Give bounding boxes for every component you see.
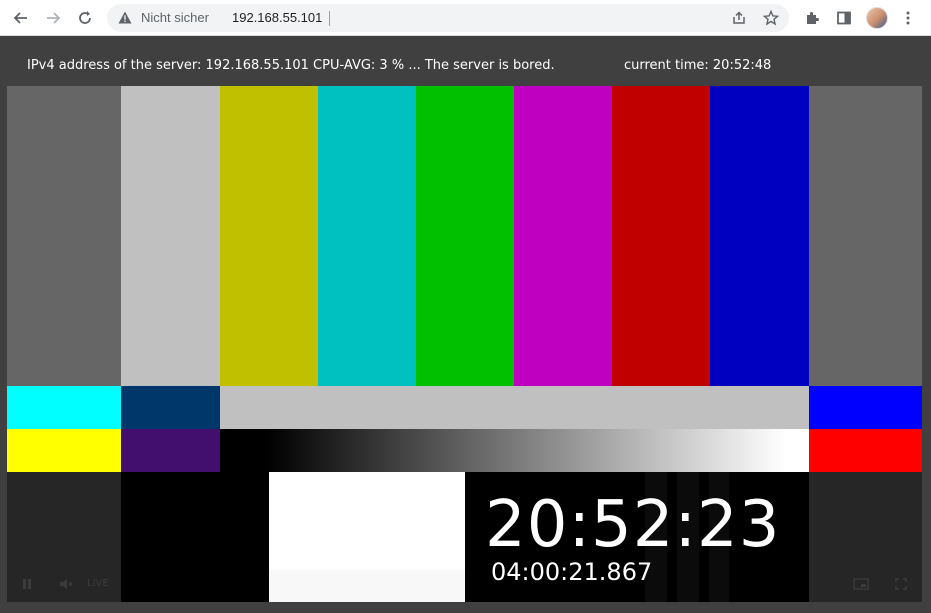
url-text[interactable]: 192.168.55.101 xyxy=(232,10,322,25)
color-bar-cyan xyxy=(318,86,416,386)
mute-button[interactable] xyxy=(59,578,73,593)
color-bar-red xyxy=(612,86,710,386)
pause-icon xyxy=(23,579,31,589)
color-bar-gray-left xyxy=(7,86,121,386)
star-icon xyxy=(763,10,779,26)
mid-cyan xyxy=(7,386,121,429)
arrow-left-icon xyxy=(13,12,27,24)
bookmark-button[interactable] xyxy=(759,6,783,30)
share-button[interactable] xyxy=(727,6,751,30)
side-panel-button[interactable] xyxy=(832,6,856,30)
volume-muted-icon xyxy=(60,579,73,589)
pause-button[interactable] xyxy=(21,578,33,593)
clock-time: 20:52:23 xyxy=(485,488,781,562)
row-red xyxy=(809,429,922,472)
menu-button[interactable] xyxy=(896,6,920,30)
puzzle-icon xyxy=(807,12,819,24)
back-button[interactable] xyxy=(9,6,33,30)
white-patch-base xyxy=(269,570,465,602)
browser-toolbar: Nicht sicher 192.168.55.101 xyxy=(0,0,931,36)
omnibox-divider xyxy=(329,11,330,26)
picture-in-picture-icon xyxy=(853,578,869,590)
warning-icon xyxy=(118,11,132,24)
color-bar-magenta xyxy=(514,86,612,386)
mid-gray xyxy=(220,386,809,429)
bottom-black xyxy=(121,472,269,602)
fullscreen-button[interactable] xyxy=(895,578,907,593)
video-player[interactable]: 20:52:23 04:00:21.867 LIVE xyxy=(7,86,922,602)
color-bar-white xyxy=(121,86,220,386)
color-bar-yellow xyxy=(220,86,318,386)
row-purple xyxy=(121,429,220,472)
security-label[interactable]: Nicht sicher xyxy=(141,10,209,25)
reload-button[interactable] xyxy=(73,6,97,30)
mid-blue xyxy=(809,386,922,429)
mid-navy xyxy=(121,386,220,429)
live-label: LIVE xyxy=(87,578,109,589)
row-yellow xyxy=(7,429,121,472)
reload-icon xyxy=(79,11,91,24)
address-bar[interactable]: Nicht sicher 192.168.55.101 xyxy=(107,4,789,32)
color-bar-green xyxy=(416,86,514,386)
profile-avatar[interactable] xyxy=(866,7,888,29)
clock-panel: 20:52:23 04:00:21.867 xyxy=(465,472,809,602)
arrow-right-icon xyxy=(47,12,61,24)
share-icon xyxy=(733,11,745,24)
side-panel-icon xyxy=(837,11,851,25)
fullscreen-icon xyxy=(895,578,907,590)
color-bar-gray-right xyxy=(809,86,922,386)
more-vertical-icon xyxy=(906,11,910,25)
server-info: IPv4 address of the server: 192.168.55.1… xyxy=(27,58,555,73)
current-time: current time: 20:52:48 xyxy=(624,58,772,73)
forward-button[interactable] xyxy=(41,6,65,30)
grayscale-ramp xyxy=(220,429,809,472)
pip-button[interactable] xyxy=(853,578,869,593)
extensions-button[interactable] xyxy=(800,6,824,30)
timecode: 04:00:21.867 xyxy=(491,558,653,586)
color-bar-blue xyxy=(710,86,809,386)
